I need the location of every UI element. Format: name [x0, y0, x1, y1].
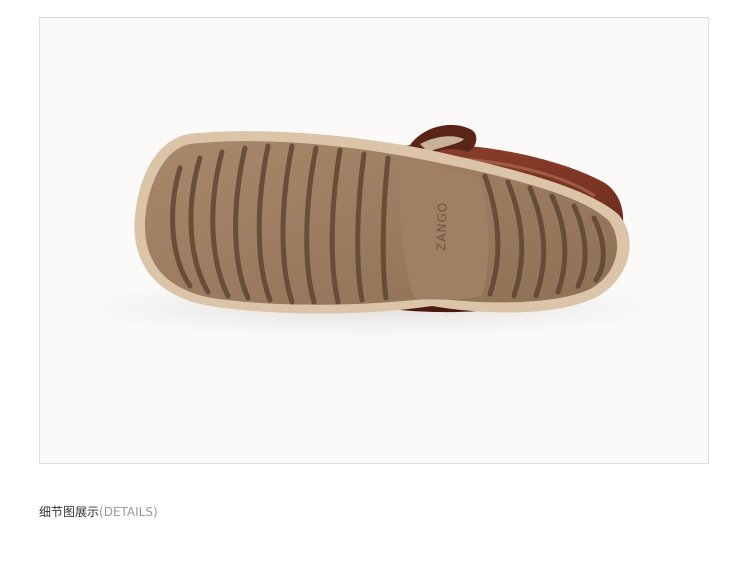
product-image-frame: ZANGO: [39, 17, 709, 464]
shoe-sole-image: ZANGO: [70, 124, 670, 338]
sole-imprint: ZANGO: [434, 201, 450, 251]
caption-subtitle: (DETAILS): [99, 505, 158, 519]
section-caption: 细节图展示(DETAILS): [39, 504, 158, 520]
caption-title: 细节图展示: [39, 505, 100, 519]
